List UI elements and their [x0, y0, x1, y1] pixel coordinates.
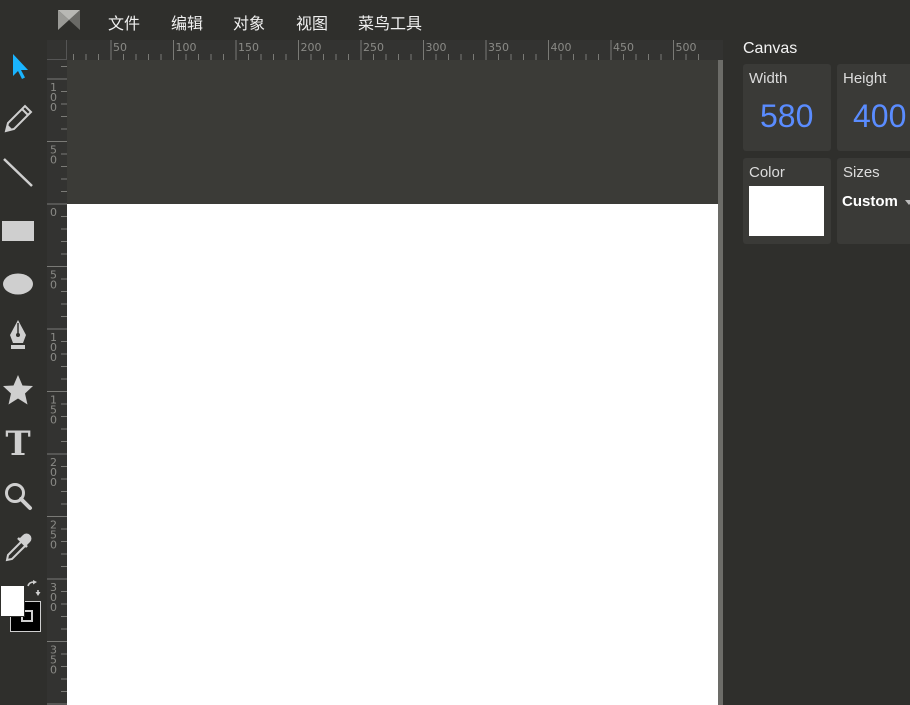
vertical-scrollbar[interactable]: [718, 60, 723, 705]
ruler-label: 150: [238, 41, 259, 54]
eyedropper-icon: [5, 533, 32, 562]
swap-colors-icon[interactable]: [25, 580, 41, 596]
text-t-icon: T: [5, 426, 30, 458]
height-value[interactable]: 400: [853, 98, 906, 135]
star-tool[interactable]: [1, 373, 35, 407]
color-field: Color: [743, 158, 831, 244]
ruler-label: 150: [50, 394, 57, 427]
ruler-label: 250: [50, 519, 57, 552]
ellipse-tool[interactable]: [1, 267, 35, 301]
fill-color-swatch[interactable]: [0, 585, 25, 617]
menu-tools[interactable]: 菜鸟工具: [358, 10, 422, 34]
ruler-label: 100: [50, 331, 57, 364]
star-icon: [3, 375, 33, 405]
sizes-label: Sizes: [843, 164, 880, 181]
magnifier-icon: [5, 483, 32, 510]
pencil-tool[interactable]: [1, 102, 35, 136]
zoom-tool[interactable]: [1, 479, 35, 513]
canvas-properties-panel: Canvas Width 580 Height 400 Color Sizes …: [724, 38, 910, 705]
pen-nib-icon: [10, 320, 26, 349]
text-tool[interactable]: T: [1, 425, 35, 459]
canvas-color-swatch[interactable]: [749, 186, 824, 236]
line-icon: [3, 158, 33, 187]
ruler-label: 100: [176, 41, 197, 54]
select-tool[interactable]: [1, 49, 35, 83]
pointer-arrow-icon: [13, 54, 28, 79]
menu-file[interactable]: 文件: [108, 10, 140, 34]
ellipse-icon: [3, 273, 33, 295]
width-label: Width: [749, 70, 788, 87]
ruler-label: 500: [676, 41, 697, 54]
ruler-label: 350: [50, 644, 57, 677]
menu-object[interactable]: 对象: [233, 10, 265, 34]
menu-view[interactable]: 视图: [296, 10, 328, 34]
ruler-label: 0: [50, 206, 57, 219]
ruler-label: 300: [50, 581, 57, 614]
sizes-dropdown[interactable]: Custom: [842, 193, 898, 210]
sizes-field: Sizes Custom: [837, 158, 910, 244]
width-field[interactable]: Width 580: [743, 64, 831, 151]
ruler-label: 400: [551, 41, 572, 54]
ruler-label: 250: [363, 41, 384, 54]
svg-text:T: T: [5, 426, 30, 458]
workspace[interactable]: [67, 60, 718, 705]
pencil-icon: [4, 104, 33, 133]
pen-tool[interactable]: [1, 318, 35, 352]
ruler-label: 200: [50, 456, 57, 489]
drawing-canvas[interactable]: [67, 204, 718, 705]
horizontal-ruler[interactable]: 50 100 150 200 250 300 350 400 450 500: [67, 40, 723, 60]
ruler-corner: [47, 40, 67, 60]
rectangle-icon: [2, 221, 34, 241]
ruler-label: 450: [613, 41, 634, 54]
height-field[interactable]: Height 400: [837, 64, 910, 151]
ruler-label: 300: [426, 41, 447, 54]
width-value[interactable]: 580: [760, 98, 813, 135]
ruler-label: 50: [50, 144, 57, 167]
ruler-label: 100: [50, 81, 57, 114]
app-logo-icon: [58, 10, 80, 30]
eyedropper-tool[interactable]: [1, 531, 35, 565]
height-label: Height: [843, 70, 887, 87]
color-label: Color: [749, 164, 785, 181]
rectangle-tool[interactable]: [1, 214, 35, 248]
ruler-label: 50: [113, 41, 127, 54]
chevron-down-icon: [905, 200, 910, 205]
line-tool[interactable]: [1, 155, 35, 189]
ruler-label: 350: [488, 41, 509, 54]
menu-edit[interactable]: 编辑: [171, 10, 203, 34]
vertical-ruler[interactable]: 1 0 0 5 0 0 5 0 1 0 0 1 5 0 2 0 0 2 5 0 3 0 0 3 5 0: [47, 60, 67, 705]
ruler-label: 200: [301, 41, 322, 54]
ruler-label: 50: [50, 269, 57, 292]
panel-title: Canvas: [743, 40, 798, 57]
menu-bar: 文件 编辑 对象 视图 菜鸟工具: [0, 0, 910, 38]
